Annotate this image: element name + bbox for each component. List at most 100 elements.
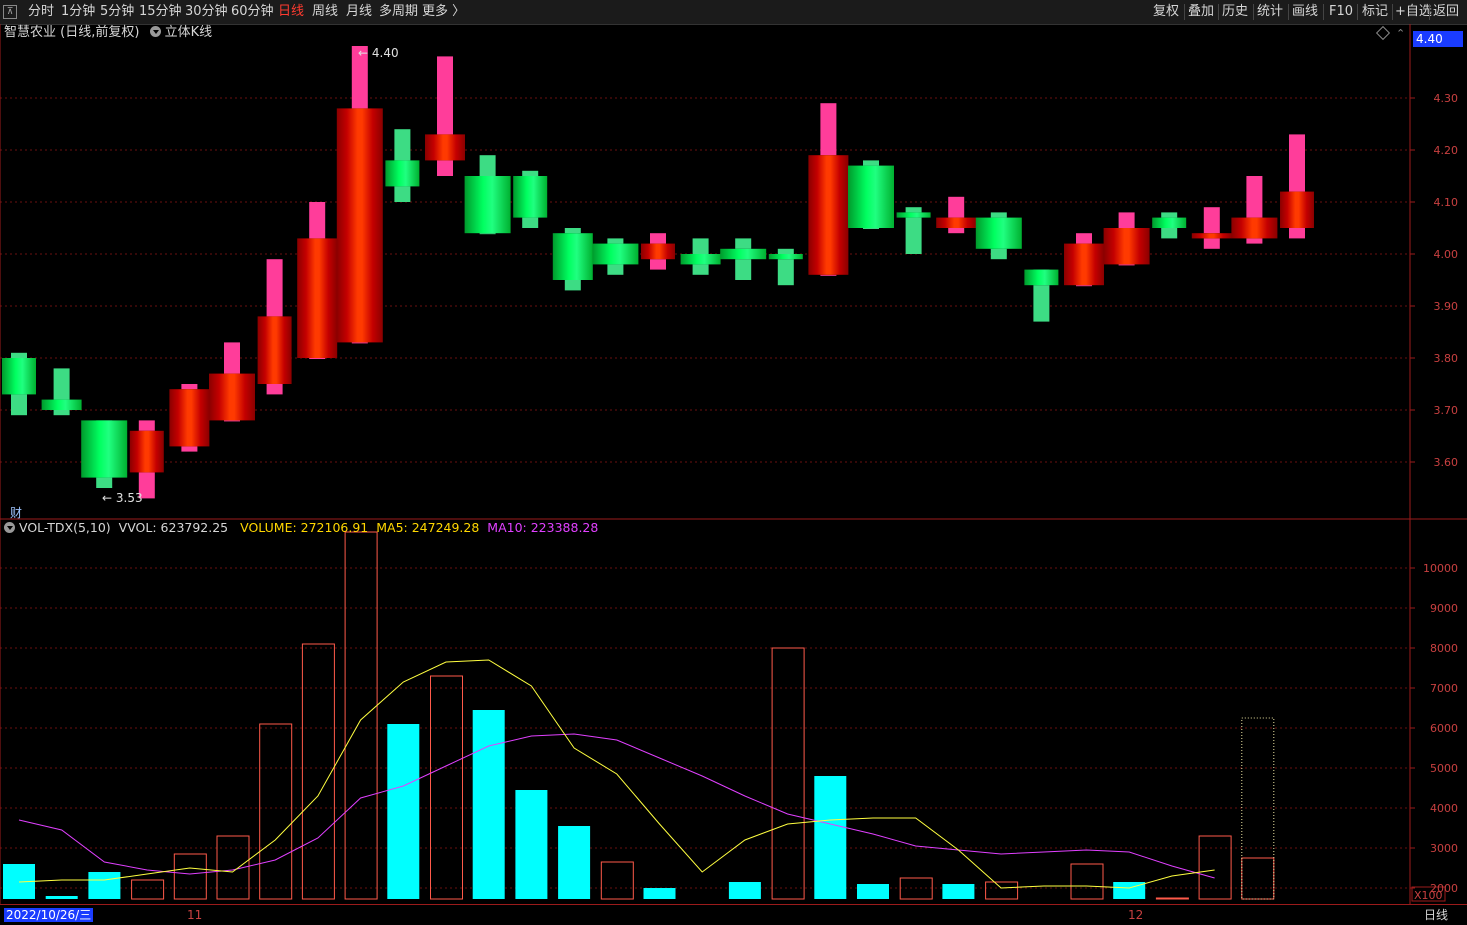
- period-indicator-button[interactable]: 日线: [1424, 908, 1448, 922]
- price-tick-label: 4.00: [1434, 248, 1459, 261]
- vol-indicator-name[interactable]: VOL-TDX(5,10): [19, 520, 111, 535]
- candle-down: [975, 212, 1022, 260]
- volume-bar-down: [942, 884, 975, 899]
- candle-upper-shadow: [394, 129, 411, 161]
- candle-upper-shadow: [564, 228, 581, 234]
- candle-body: [720, 248, 767, 260]
- kline-chart[interactable]: 4.30 4.20 4.10 4.00 3.90 3.80 3.70 3.60 10000 900…: [0, 0, 1467, 924]
- candle-lower-shadow: [948, 228, 965, 234]
- date-month-12: 12: [1128, 908, 1144, 922]
- candle-body: [336, 108, 383, 343]
- ma10-line: [18, 733, 1215, 879]
- candle-upper-shadow: [266, 259, 283, 317]
- candle-down: [41, 368, 82, 416]
- candle-body: [513, 176, 548, 218]
- candle-lower-shadow: [351, 342, 368, 344]
- volume-bar-down: [857, 884, 889, 899]
- date-start: 2022/10/26/三: [4, 908, 94, 922]
- candle-upper-shadow: [181, 384, 198, 390]
- candle-upper-shadow: [138, 420, 155, 431]
- candle-upper-shadow: [820, 103, 837, 156]
- candle-lower-shadow: [479, 233, 496, 235]
- candle-lower-shadow: [53, 410, 70, 416]
- candle-upper-shadow: [1246, 176, 1263, 218]
- date-month-11: 11: [187, 908, 203, 922]
- candle-down: [720, 238, 767, 280]
- candle-up: [425, 56, 465, 176]
- candle-upper-shadow: [309, 202, 326, 239]
- candle-upper-shadow: [11, 352, 27, 358]
- candle-up: [169, 384, 210, 452]
- candle-down: [848, 160, 894, 229]
- volume-bar-up: [1070, 863, 1104, 900]
- candle-body: [552, 233, 593, 280]
- candle-body: [81, 420, 128, 478]
- candle-upper-shadow: [437, 56, 453, 135]
- candle-up: [808, 103, 849, 276]
- candle-lower-shadow: [1203, 238, 1220, 249]
- candle-lower-shadow: [309, 358, 326, 359]
- candle-body: [680, 254, 721, 265]
- price-tick-label: 3.60: [1434, 456, 1459, 469]
- candle-lower-shadow: [735, 259, 752, 280]
- candle-lower-shadow: [1161, 228, 1178, 239]
- candle-down: [1152, 212, 1187, 239]
- volume-tick-label: 6000: [1430, 722, 1458, 735]
- volume-bar-up: [600, 861, 634, 900]
- candle-down: [680, 238, 721, 275]
- ma10-value: MA10: 223388.28: [487, 520, 599, 535]
- candle-body: [41, 399, 82, 410]
- candle-lower-shadow: [1033, 285, 1050, 322]
- volume-bar-up: [173, 853, 207, 900]
- candle-upper-shadow: [607, 238, 624, 244]
- candle-upper-shadow: [522, 170, 539, 176]
- candle-lower-shadow: [863, 228, 879, 229]
- volume-indicator-header: VOL-TDX(5,10) VVOL: 623792.25 VOLUME: 27…: [4, 519, 598, 537]
- candle-body: [848, 165, 894, 228]
- candle-lower-shadow: [266, 384, 283, 395]
- candle-upper-shadow: [650, 233, 666, 244]
- volume-unit-label: X100: [1414, 889, 1443, 902]
- candle-upper-shadow: [735, 238, 752, 249]
- candle-body: [2, 358, 36, 395]
- candle-up: [297, 202, 338, 359]
- volume-tick-label: 3000: [1430, 842, 1458, 855]
- candle-upper-shadow: [948, 196, 965, 218]
- candle-lower-shadow: [650, 259, 666, 270]
- candle-up: [1103, 212, 1150, 266]
- candle-lower-shadow: [224, 420, 240, 422]
- candle-upper-shadow: [692, 238, 709, 254]
- volume-bar-down: [88, 872, 121, 899]
- candle-up: [209, 342, 255, 422]
- candle-down: [552, 228, 593, 291]
- chevron-up-icon[interactable]: ⌃: [1396, 27, 1405, 40]
- volume-bar-down: [558, 826, 591, 899]
- candle-body: [464, 176, 511, 234]
- low-price-annotation: ← 3.53: [102, 491, 143, 505]
- candle-body: [1024, 269, 1059, 286]
- candle-body: [425, 134, 465, 161]
- candle-down: [385, 129, 420, 202]
- dropdown-circle-icon[interactable]: [149, 26, 161, 37]
- candle-upper-shadow: [479, 155, 496, 176]
- price-tick-label: 3.70: [1434, 404, 1459, 417]
- candle-lower-shadow: [96, 477, 113, 488]
- candle-down: [81, 420, 128, 488]
- candle-upper-shadow: [1289, 134, 1305, 192]
- candle-body: [297, 238, 338, 358]
- volume-bar-up: [301, 643, 335, 900]
- candle-down: [768, 248, 803, 286]
- candle-upper-shadow: [1118, 212, 1135, 228]
- candle-lower-shadow: [394, 186, 411, 202]
- dropdown-circle-icon[interactable]: [4, 522, 15, 533]
- candle-up: [336, 46, 383, 344]
- candle-lower-shadow: [1246, 238, 1263, 244]
- price-tick-label: 4.20: [1434, 144, 1459, 157]
- candle-body: [209, 373, 255, 421]
- volume-bar-down: [387, 724, 420, 899]
- candle-lower-shadow: [1118, 264, 1135, 266]
- volume-bar-up: [430, 675, 463, 900]
- candle-body: [1103, 228, 1150, 265]
- candle-body: [768, 254, 803, 260]
- indicator-name[interactable]: 立体K线: [165, 25, 213, 40]
